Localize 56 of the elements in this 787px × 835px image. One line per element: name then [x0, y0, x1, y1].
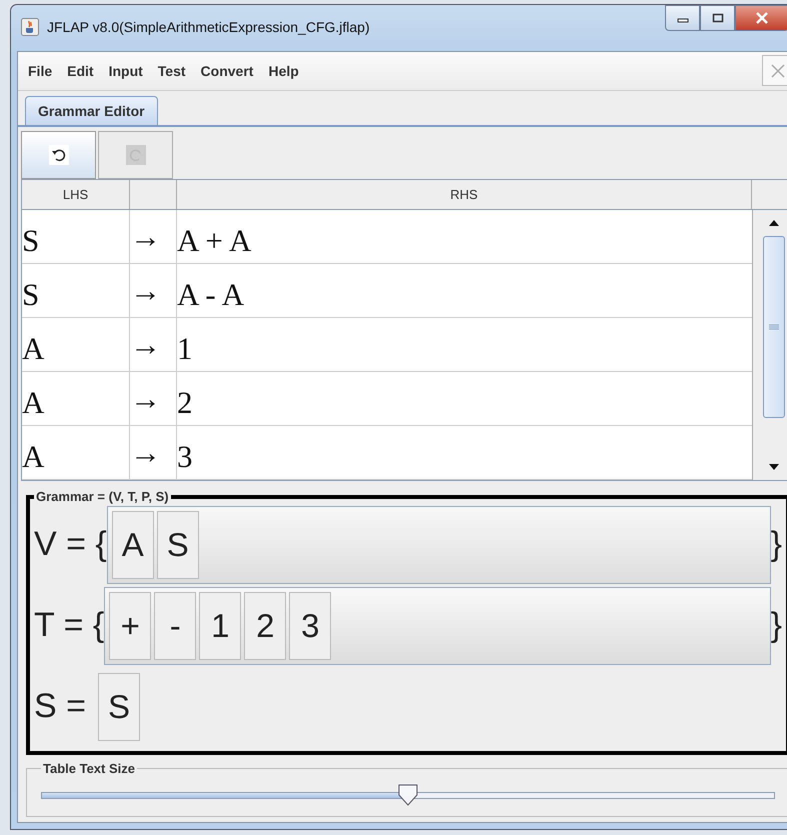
maximize-icon — [712, 13, 724, 23]
table-cell-text: A + A — [177, 222, 252, 260]
undo-button[interactable] — [21, 131, 96, 179]
table-cell: A — [22, 426, 130, 479]
panel-title: Table Text Size — [42, 761, 136, 776]
undo-icon — [48, 145, 68, 165]
menu-item[interactable]: Edit — [67, 63, 94, 79]
table-cell: → — [130, 210, 177, 263]
close-icon — [755, 12, 769, 24]
down-arrow-icon[interactable] — [768, 462, 780, 472]
column-header: RHS — [177, 180, 752, 209]
tab[interactable]: Grammar Editor — [25, 96, 158, 125]
symbol-chip[interactable]: 2 — [244, 592, 286, 660]
close-button[interactable] — [735, 5, 787, 31]
scrollbar[interactable] — [752, 210, 787, 480]
menu-item[interactable]: Help — [268, 63, 299, 79]
menu-item[interactable]: Test — [158, 63, 186, 79]
close-icon — [771, 64, 785, 78]
set-label: S = — [34, 687, 86, 726]
table-cell: → — [130, 264, 177, 317]
menu-item[interactable]: Input — [108, 63, 143, 79]
table-cell-text: 2 — [177, 384, 194, 422]
symbol-chip[interactable]: 1 — [199, 592, 242, 660]
symbol-chip[interactable]: A — [112, 510, 154, 578]
symbol-chip[interactable]: S — [98, 672, 140, 740]
closing-brace: } — [770, 525, 782, 564]
minimize-button[interactable] — [665, 5, 700, 31]
table-cell: → — [130, 426, 177, 479]
table-cell: S — [22, 264, 130, 317]
table-cell: A — [22, 372, 130, 425]
menu-item[interactable]: Convert — [200, 63, 254, 79]
slider-thumb[interactable] — [397, 784, 419, 806]
symbol-chip[interactable]: S — [156, 510, 199, 578]
redo-icon — [126, 145, 146, 165]
table-cell: → — [130, 318, 177, 371]
menu-item[interactable]: File — [28, 63, 52, 79]
symbol-chip[interactable]: - — [154, 592, 196, 660]
maximize-button[interactable] — [700, 5, 735, 31]
scroll-thumb[interactable] — [762, 236, 784, 418]
table-cell: A — [22, 318, 130, 371]
closing-brace: } — [770, 606, 782, 645]
slider[interactable] — [41, 784, 775, 806]
table-cell-text: 1 — [177, 330, 194, 368]
window-title: JFLAP v8.0(SimpleArithmeticExpression_CFG.jflap) — [47, 19, 370, 35]
set-label: T = { — [34, 606, 104, 645]
column-header: LHS — [22, 180, 130, 209]
table-cell: S — [22, 210, 130, 263]
table-cell: → — [130, 372, 177, 425]
table-cell-text: A - A — [177, 276, 246, 314]
coffee-cup-icon — [21, 18, 39, 36]
table-cell-text: 3 — [177, 438, 194, 476]
panel-title: Grammar = (V, T, P, S) — [35, 489, 170, 504]
symbol-chip[interactable]: 3 — [289, 592, 332, 660]
set-label: V = { — [34, 525, 107, 564]
up-arrow-icon[interactable] — [768, 218, 780, 228]
symbol-chip[interactable]: + — [109, 592, 152, 660]
